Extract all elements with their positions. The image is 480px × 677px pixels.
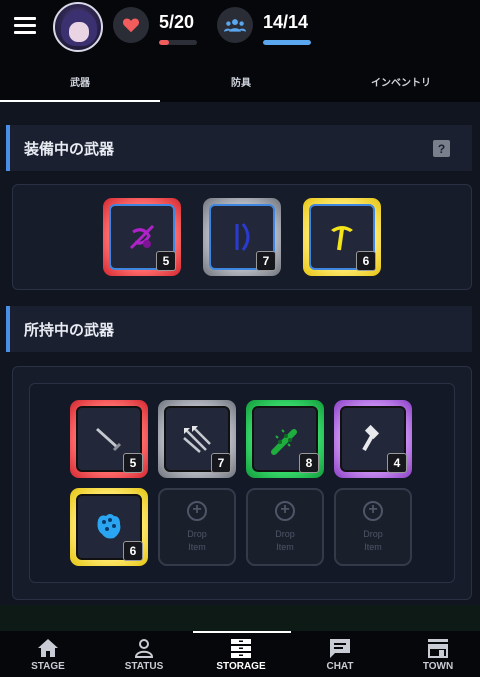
group-icon — [217, 7, 253, 43]
owned-item[interactable]: 5 — [70, 400, 148, 478]
level-badge: 8 — [299, 453, 319, 473]
owned-item[interactable]: 6 — [70, 488, 148, 566]
store-icon — [428, 639, 448, 658]
nav-storage[interactable]: STORAGE — [193, 631, 289, 677]
app: 5/20 14/14 武器 防具 インベントリ 装備中の武器 ? 5 7 6 所… — [0, 0, 480, 677]
spiked-club-icon — [271, 429, 297, 455]
tab-armor[interactable]: 防具 — [160, 60, 322, 102]
help-icon[interactable]: ? — [433, 140, 450, 157]
hp-value: 5/20 — [159, 12, 195, 32]
level-badge: 7 — [211, 453, 231, 473]
gauntlet-icon — [97, 514, 121, 539]
background-strip — [0, 605, 480, 631]
plus-icon: + — [187, 500, 207, 521]
owned-item[interactable]: 8 — [246, 400, 324, 478]
bow-icon — [235, 223, 250, 251]
equipped-slot[interactable]: 6 — [303, 198, 381, 276]
tab-indicator — [0, 100, 160, 102]
storage-icon — [231, 639, 251, 658]
nav-indicator — [193, 631, 291, 633]
top-bar: 5/20 14/14 — [0, 0, 480, 60]
owned-title-text: 所持中の武器 — [24, 321, 115, 339]
menu-icon[interactable] — [14, 17, 36, 35]
tab-inventory[interactable]: インベントリ — [322, 60, 480, 102]
plus-icon: + — [275, 500, 295, 521]
level-badge: 5 — [156, 251, 176, 271]
nav-town[interactable]: TOWN — [390, 631, 480, 677]
owned-section-title: 所持中の武器 — [6, 306, 472, 352]
pickaxe-icon — [331, 226, 353, 251]
home-icon — [38, 639, 58, 657]
nav-label: STAGE — [31, 661, 65, 672]
nav-label: CHAT — [326, 661, 354, 672]
empty-slot[interactable]: + Drop Item — [246, 488, 324, 566]
empty-slot[interactable]: + Drop Item — [334, 488, 412, 566]
nav-label: TOWN — [422, 661, 454, 672]
chat-icon — [330, 639, 350, 658]
avatar[interactable] — [53, 2, 103, 52]
nav-chat[interactable]: CHAT — [292, 631, 388, 677]
equipped-section-title: 装備中の武器 ? — [6, 125, 472, 171]
owned-item[interactable]: 4 — [334, 400, 412, 478]
person-icon — [134, 639, 154, 658]
empty-slot[interactable]: + Drop Item — [158, 488, 236, 566]
level-badge: 5 — [123, 453, 143, 473]
empty-slot-label: Drop Item — [275, 528, 295, 552]
plus-icon: + — [363, 500, 383, 521]
hp-bar — [159, 40, 197, 45]
bottom-nav: STAGE STATUS STORAGE CHAT TOWN — [0, 631, 480, 677]
equipped-slot[interactable]: 5 — [103, 198, 181, 276]
nav-label: STORAGE — [216, 661, 266, 672]
level-badge: 6 — [356, 251, 376, 271]
nav-label: STATUS — [124, 661, 164, 672]
level-badge: 6 — [123, 541, 143, 561]
crossbow-icon — [129, 224, 155, 250]
arrows-icon — [183, 426, 211, 453]
hammer-icon — [362, 424, 380, 451]
empty-slot-label: Drop Item — [363, 528, 383, 552]
level-badge: 4 — [387, 453, 407, 473]
heart-icon — [113, 7, 149, 43]
equipped-slot[interactable]: 7 — [203, 198, 281, 276]
nav-status[interactable]: STATUS — [96, 631, 192, 677]
level-badge: 7 — [256, 251, 276, 271]
team-value: 14/14 — [263, 12, 309, 32]
tab-bar: 武器 防具 インベントリ — [0, 60, 480, 102]
tab-weapons[interactable]: 武器 — [0, 60, 160, 102]
equipped-title-text: 装備中の武器 — [24, 140, 115, 158]
team-bar — [263, 40, 311, 45]
owned-item[interactable]: 7 — [158, 400, 236, 478]
dagger-icon — [96, 428, 122, 452]
nav-stage[interactable]: STAGE — [0, 631, 96, 677]
empty-slot-label: Drop Item — [187, 528, 207, 552]
